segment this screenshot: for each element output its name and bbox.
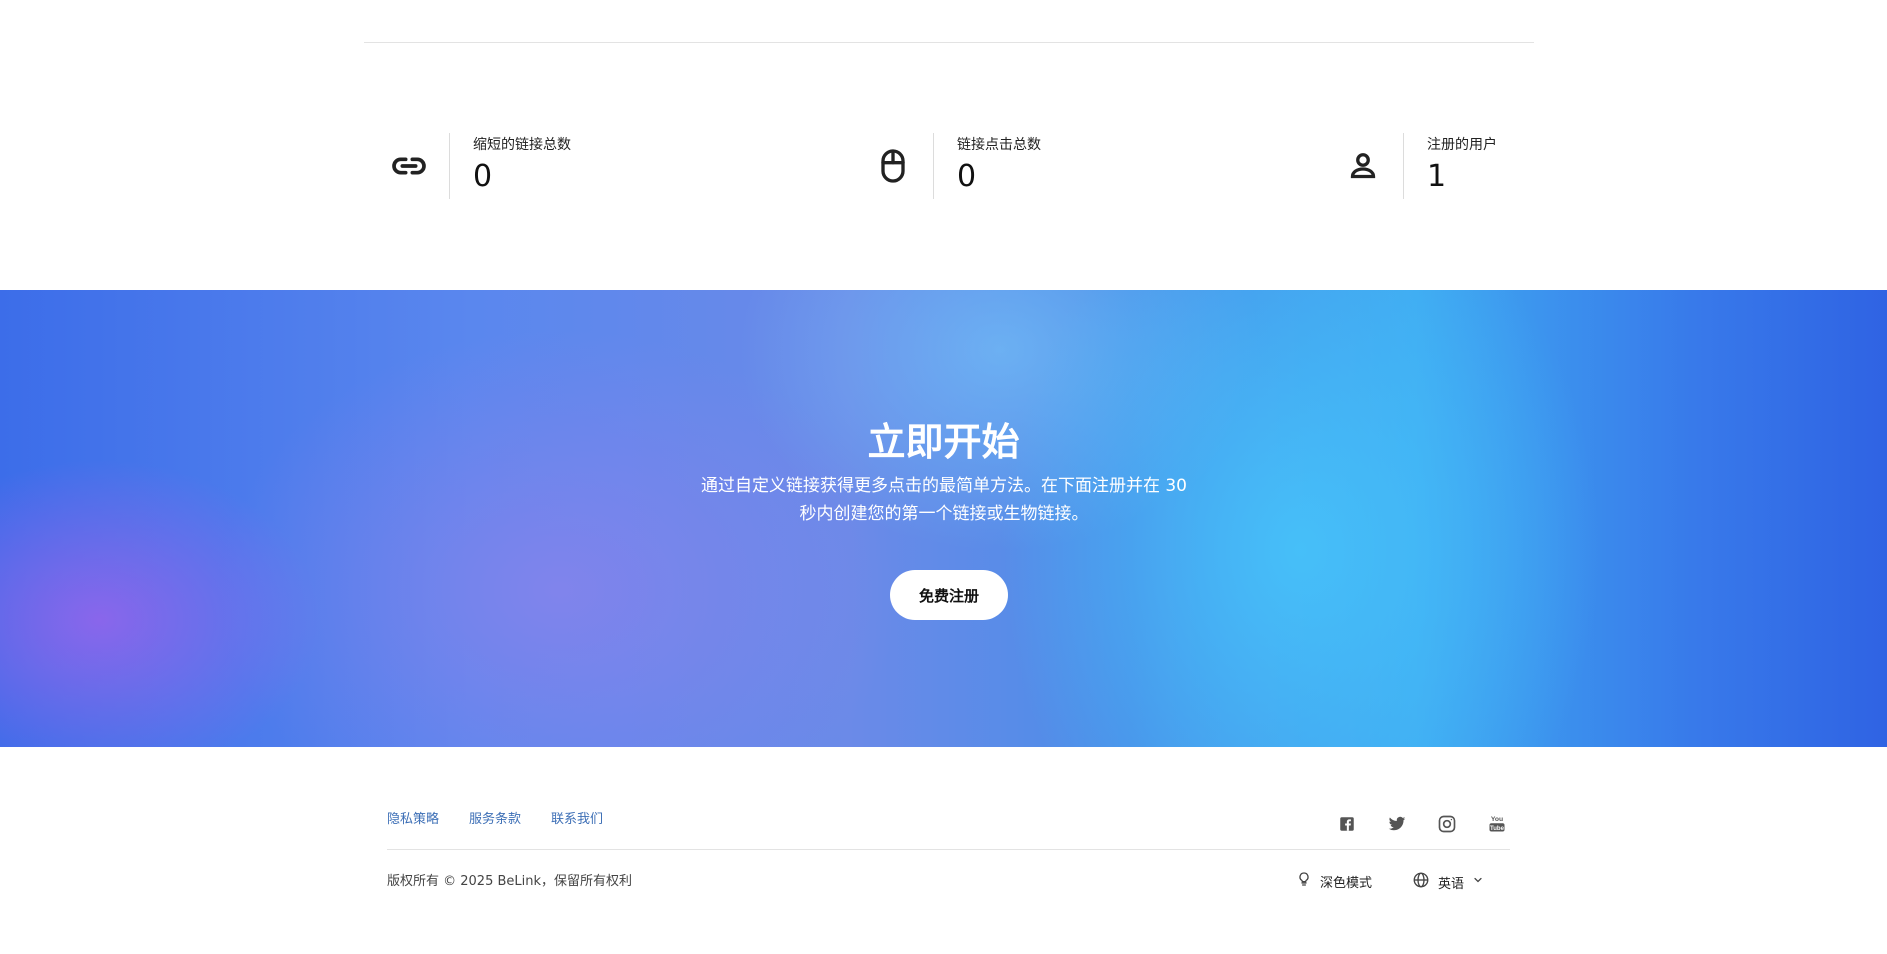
- svg-text:You: You: [1491, 816, 1503, 823]
- hero-subtitle-line1: 通过自定义链接获得更多点击的最简单方法。在下面注册并在 30: [700, 476, 1188, 496]
- chevron-down-icon: [1472, 874, 1484, 890]
- terms-of-service-link[interactable]: 服务条款: [469, 808, 521, 827]
- stat-value: 1: [1427, 159, 1447, 194]
- stat-label: 缩短的链接总数: [473, 137, 571, 153]
- twitter-icon[interactable]: [1386, 813, 1408, 835]
- mouse-icon: [863, 136, 923, 196]
- stat-value: 0: [473, 159, 493, 194]
- language-label: 英语: [1438, 876, 1465, 892]
- user-icon: [1333, 136, 1393, 196]
- hero-subtitle: 通过自定义链接获得更多点击的最简单方法。在下面注册并在 30 秒内创建您的第一个…: [684, 472, 1204, 528]
- copyright-text: 版权所有 © 2025 BeLink，保留所有权利: [387, 874, 633, 889]
- stat-label: 链接点击总数: [957, 137, 1041, 153]
- hero-subtitle-line2: 秒内创建您的第一个链接或生物链接。: [799, 504, 1089, 524]
- stat-link-clicks: 链接点击总数 0: [863, 132, 1041, 200]
- stats-bar: 缩短的链接总数 0 链接点击总数 0 注册的用户 1: [364, 132, 1534, 200]
- globe-icon: [1412, 871, 1430, 893]
- instagram-icon[interactable]: [1436, 813, 1458, 835]
- language-selector[interactable]: 英语: [1412, 871, 1484, 893]
- free-signup-button[interactable]: 免费注册: [890, 570, 1008, 620]
- svg-text:Tube: Tube: [1490, 826, 1505, 832]
- lightbulb-icon: [1296, 871, 1312, 891]
- stat-registered-users: 注册的用户 1: [1333, 132, 1497, 200]
- hero-banner: 立即开始 通过自定义链接获得更多点击的最简单方法。在下面注册并在 30 秒内创建…: [0, 290, 1887, 747]
- stat-divider: [449, 133, 450, 199]
- social-links: You Tube: [1336, 813, 1508, 835]
- contact-us-link[interactable]: 联系我们: [551, 808, 603, 827]
- footer-divider: [387, 849, 1510, 850]
- stat-divider: [933, 133, 934, 199]
- stat-value: 0: [957, 159, 977, 194]
- privacy-policy-link[interactable]: 隐私策略: [387, 808, 439, 827]
- footer-links: 隐私策略 服务条款 联系我们: [387, 808, 603, 827]
- stat-shortened-links: 缩短的链接总数 0: [379, 132, 571, 200]
- top-divider: [364, 42, 1534, 43]
- dark-mode-label: 深色模式: [1320, 875, 1373, 891]
- link-icon: [379, 136, 439, 196]
- dark-mode-toggle[interactable]: 深色模式: [1296, 871, 1372, 891]
- hero-title: 立即开始: [867, 420, 1020, 464]
- stat-divider: [1403, 133, 1404, 199]
- stat-label: 注册的用户: [1427, 137, 1497, 153]
- youtube-icon[interactable]: You Tube: [1486, 813, 1508, 835]
- facebook-icon[interactable]: [1336, 813, 1358, 835]
